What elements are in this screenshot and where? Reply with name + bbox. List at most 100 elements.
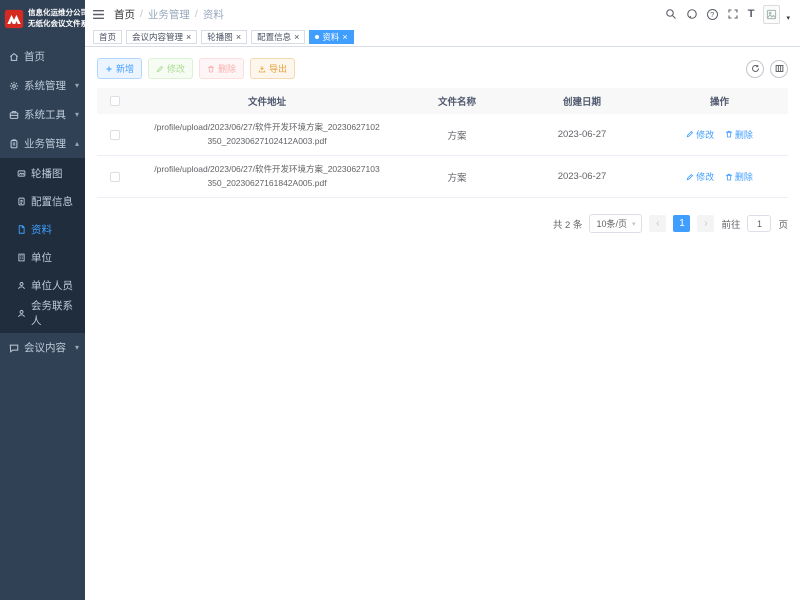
sidebar-item-system-mgmt[interactable]: 系统管理 ▾ (0, 71, 85, 100)
total-count: 共 2 条 (553, 217, 583, 231)
gear-icon (9, 81, 19, 91)
goto-page-input[interactable] (747, 215, 771, 232)
image-icon (17, 169, 26, 178)
tab-carousel[interactable]: 轮播图 × (201, 30, 247, 44)
columns-icon[interactable] (770, 60, 788, 78)
caret-down-icon[interactable]: ▾ (786, 14, 790, 24)
edit-button-label: 修改 (167, 62, 185, 75)
select-all-checkbox[interactable] (110, 96, 120, 106)
refresh-icon[interactable] (746, 60, 764, 78)
avatar[interactable] (763, 5, 780, 24)
table-row: /profile/upload/2023/06/27/软件开发环境方案_2023… (97, 114, 788, 156)
sidebar-item-label: 首页 (24, 49, 45, 64)
row-edit-link[interactable]: 修改 (686, 128, 714, 141)
breadcrumb-business-mgmt: 业务管理 (148, 7, 190, 22)
row-checkbox-cell (97, 156, 133, 198)
pagination: 共 2 条 10条/页 ▾ ‹ 1 › 前往 页 (97, 214, 788, 233)
page-content: 新增 修改 删除 导出 (85, 47, 800, 600)
sidebar-item-home[interactable]: 首页 (0, 42, 85, 71)
row-checkbox[interactable] (110, 130, 120, 140)
export-button[interactable]: 导出 (250, 58, 295, 79)
sidebar-item-label: 配置信息 (31, 194, 73, 209)
close-icon[interactable]: × (294, 33, 299, 42)
row-edit-link[interactable]: 修改 (686, 170, 714, 183)
edit-button[interactable]: 修改 (148, 58, 193, 79)
sidebar-item-label: 系统工具 (24, 107, 66, 122)
close-icon[interactable]: × (236, 33, 241, 42)
sidebar-menu: 首页 系统管理 ▾ 系统工具 ▾ 业务管理 ▴ 轮播图 (0, 38, 85, 362)
breadcrumb-separator: / (195, 8, 198, 20)
close-icon[interactable]: × (186, 33, 191, 42)
file-path-cell: /profile/upload/2023/06/27/软件开发环境方案_2023… (133, 114, 401, 156)
download-icon (258, 65, 266, 73)
sidebar-item-unit-personnel[interactable]: 单位人员 (0, 271, 85, 299)
next-page-button[interactable]: › (697, 215, 714, 232)
chevron-down-icon: ▾ (632, 220, 636, 228)
chevron-down-icon: ▾ (75, 343, 79, 352)
home-icon (9, 52, 19, 62)
header-file-name: 文件名称 (401, 88, 513, 114)
header-create-date: 创建日期 (513, 88, 651, 114)
table-row: /profile/upload/2023/06/27/软件开发环境方案_2023… (97, 156, 788, 198)
tab-label: 会议内容管理 (132, 31, 183, 43)
app-title: 信息化运维分公司 无纸化会议文件系统 (28, 8, 96, 30)
tab-meeting-content-mgmt[interactable]: 会议内容管理 × (126, 30, 197, 44)
tab-materials[interactable]: 资料 × (309, 30, 353, 44)
breadcrumb-home[interactable]: 首页 (114, 7, 135, 22)
tab-label: 轮播图 (207, 31, 233, 43)
sidebar-item-label: 单位人员 (31, 278, 73, 293)
close-icon[interactable]: × (342, 33, 347, 42)
prev-page-button[interactable]: ‹ (649, 215, 666, 232)
sidebar-item-unit[interactable]: 单位 (0, 243, 85, 271)
page-number-button[interactable]: 1 (673, 215, 690, 232)
search-icon[interactable] (665, 8, 677, 20)
trash-icon (207, 65, 215, 73)
sidebar-item-label: 单位 (31, 250, 52, 265)
sidebar-item-materials[interactable]: 资料 (0, 215, 85, 243)
goto-label: 前往 (721, 217, 740, 231)
tab-label: 资料 (322, 31, 339, 43)
help-icon[interactable]: ? (707, 9, 718, 20)
row-delete-link[interactable]: 删除 (725, 170, 753, 183)
github-icon[interactable] (686, 8, 698, 20)
pencil-icon (156, 65, 164, 73)
logo[interactable]: 信息化运维分公司 无纸化会议文件系统 (0, 0, 85, 38)
row-checkbox-cell (97, 114, 133, 156)
materials-table: 文件地址 文件名称 创建日期 操作 /profile/upload/2023/0… (97, 88, 788, 198)
tab-home[interactable]: 首页 (93, 30, 122, 44)
active-dot (315, 35, 319, 39)
row-edit-label: 修改 (696, 128, 714, 141)
sidebar-item-label: 会议内容 (24, 340, 66, 355)
toolbox-icon (9, 110, 19, 120)
chevron-down-icon: ▾ (75, 81, 79, 90)
delete-button-label: 删除 (218, 62, 236, 75)
settings-doc-icon (17, 197, 26, 206)
navbar-actions: ? T ▾ (665, 5, 790, 24)
font-size-icon[interactable]: T (748, 8, 755, 20)
sidebar-item-carousel[interactable]: 轮播图 (0, 159, 85, 187)
breadcrumb: 首页 / 业务管理 / 资料 (114, 7, 224, 22)
page-size-select[interactable]: 10条/页 ▾ (589, 214, 642, 233)
toolbar: 新增 修改 删除 导出 (97, 58, 788, 79)
sidebar-item-meeting-content[interactable]: 会议内容 ▾ (0, 333, 85, 362)
clipboard-icon (9, 139, 19, 149)
sidebar-item-system-tools[interactable]: 系统工具 ▾ (0, 100, 85, 129)
sidebar-item-label: 会务联系人 (31, 298, 79, 328)
add-button[interactable]: 新增 (97, 58, 142, 79)
building-icon (17, 253, 26, 262)
row-delete-link[interactable]: 删除 (725, 128, 753, 141)
header-checkbox-cell (97, 88, 133, 114)
chevron-up-icon: ▴ (75, 139, 79, 148)
breadcrumb-materials: 资料 (203, 7, 224, 22)
tab-config-info[interactable]: 配置信息 × (251, 30, 305, 44)
add-button-label: 新增 (116, 62, 134, 75)
sidebar-item-label: 业务管理 (24, 136, 66, 151)
delete-button[interactable]: 删除 (199, 58, 244, 79)
sidebar-item-config-info[interactable]: 配置信息 (0, 187, 85, 215)
sidebar-item-business-mgmt[interactable]: 业务管理 ▴ (0, 129, 85, 158)
sidebar-item-conference-contact[interactable]: 会务联系人 (0, 299, 85, 327)
fullscreen-icon[interactable] (727, 8, 739, 20)
row-checkbox[interactable] (110, 172, 120, 182)
header-operations: 操作 (651, 88, 788, 114)
tab-label: 首页 (99, 31, 116, 43)
